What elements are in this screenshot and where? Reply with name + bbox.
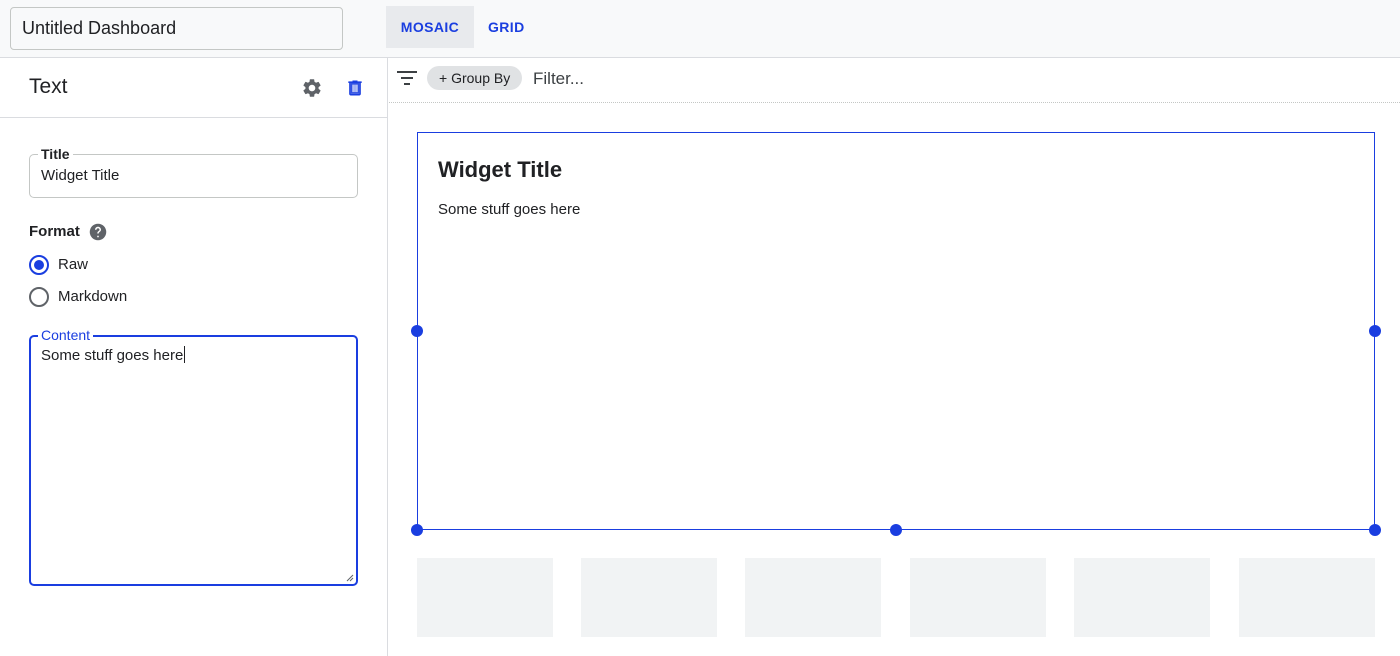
empty-widget-slot (1239, 558, 1375, 637)
content-textarea[interactable]: Content Some stuff goes here (29, 327, 358, 586)
text-caret (184, 346, 186, 363)
radio-raw-label: Raw (58, 256, 89, 273)
empty-widget-slot (581, 558, 717, 637)
resize-handle-right[interactable] (1369, 325, 1381, 337)
tab-grid[interactable]: GRID (474, 6, 539, 48)
group-by-chip[interactable]: + Group By (427, 66, 523, 90)
widget-body: Some stuff goes here (438, 201, 581, 218)
empty-widget-slot (1074, 558, 1210, 637)
empty-widget-slot (745, 558, 881, 637)
radio-markdown[interactable] (29, 287, 49, 307)
filter-bar: + Group By Filter... (389, 58, 1400, 103)
sidebar-title: Text (29, 75, 68, 98)
content-field-value[interactable]: Some stuff goes here (41, 346, 186, 364)
widget-title: Widget Title (438, 157, 563, 182)
text-widget[interactable]: Widget Title Some stuff goes here (417, 132, 1375, 530)
format-label: Format (29, 223, 80, 240)
resize-handle-bottom-right[interactable] (1369, 524, 1381, 536)
content-text: Some stuff goes here (41, 347, 184, 364)
filter-icon[interactable] (396, 69, 418, 87)
content-field-label: Content (38, 327, 94, 343)
empty-widget-slot (910, 558, 1046, 637)
sidebar-header: Text (0, 58, 387, 118)
resize-handle-left[interactable] (411, 325, 423, 337)
radio-markdown-label: Markdown (58, 288, 128, 305)
help-icon[interactable] (89, 223, 107, 241)
dashboard-name-input[interactable]: Untitled Dashboard (10, 7, 343, 50)
resize-handle-bottom[interactable] (890, 524, 902, 536)
empty-widget-slot (417, 558, 553, 637)
filter-input[interactable]: Filter... (533, 69, 584, 89)
radio-raw[interactable] (29, 255, 49, 275)
title-field[interactable]: Title Widget Title (29, 146, 358, 198)
widget-editor-sidebar: Text Title Widget Title Format Raw Markd… (0, 58, 388, 656)
title-field-label: Title (38, 146, 73, 162)
delete-icon[interactable] (345, 77, 365, 99)
top-bar: Untitled Dashboard MOSAIC GRID (0, 0, 1400, 58)
title-field-value[interactable]: Widget Title (41, 167, 119, 184)
resize-handle-bottom-left[interactable] (411, 524, 423, 536)
dashboard-canvas: Widget Title Some stuff goes here (389, 104, 1400, 656)
tab-mosaic[interactable]: MOSAIC (386, 6, 474, 48)
resize-grip-icon[interactable] (346, 574, 354, 582)
settings-icon[interactable] (301, 77, 323, 99)
